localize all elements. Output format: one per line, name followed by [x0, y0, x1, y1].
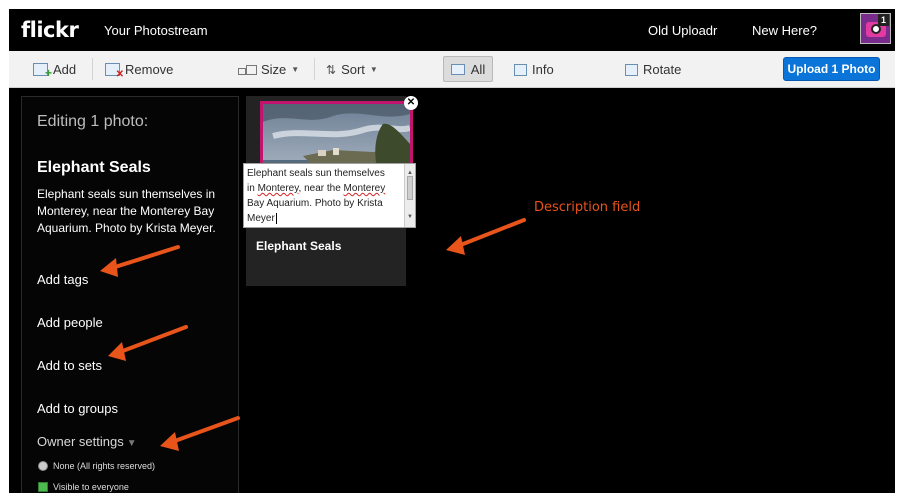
user-avatar[interactable]: 1 — [860, 13, 891, 44]
license-option[interactable]: None (All rights reserved) — [38, 461, 155, 471]
uploader-toolbar: Add Remove Size ▼ ⇅ Sort ▼ All Info Rota… — [9, 51, 895, 88]
your-photostream-link[interactable]: Your Photostream — [104, 23, 208, 38]
checkbox-icon — [38, 482, 48, 492]
annotation-label: Description field — [534, 200, 641, 215]
close-icon[interactable]: ✕ — [404, 96, 418, 110]
remove-button[interactable]: Remove — [105, 62, 174, 80]
radio-icon — [38, 461, 48, 471]
sort-dropdown[interactable]: ⇅ Sort ▼ — [326, 62, 378, 77]
info-button[interactable]: Info — [514, 62, 554, 77]
visibility-label: Visible to everyone — [53, 482, 129, 492]
remove-photo-icon — [105, 63, 124, 80]
upload-photo-button[interactable]: Upload 1 Photo — [783, 57, 880, 81]
info-icon — [514, 63, 527, 76]
photo-title[interactable]: Elephant Seals — [37, 159, 151, 177]
info-label: Info — [532, 62, 554, 77]
photo-description[interactable]: Elephant seals sun themselves in Montere… — [37, 186, 237, 237]
editor-main-area: Editing 1 photo: Elephant Seals Elephant… — [9, 88, 895, 493]
select-all-icon — [450, 63, 465, 75]
add-to-groups-link[interactable]: Add to groups — [37, 401, 118, 416]
chevron-down-icon: ▼ — [291, 65, 300, 74]
size-dropdown[interactable]: Size ▼ — [238, 62, 299, 77]
rotate-label: Rotate — [643, 62, 682, 77]
visibility-option[interactable]: Visible to everyone — [38, 482, 129, 492]
description-line: Meyer — [247, 213, 277, 224]
toolbar-divider — [92, 58, 93, 80]
description-line: in Monterey, near the Monterey — [247, 183, 386, 194]
select-all-button[interactable]: All — [443, 56, 493, 82]
new-here-link[interactable]: New Here? — [752, 23, 817, 38]
add-people-link[interactable]: Add people — [37, 315, 103, 330]
rotate-button[interactable]: Rotate — [625, 62, 681, 77]
add-to-sets-link[interactable]: Add to sets — [37, 358, 102, 373]
all-label: All — [470, 61, 486, 77]
chevron-down-icon: ▼ — [369, 65, 378, 74]
add-tags-link[interactable]: Add tags — [37, 272, 88, 287]
old-uploadr-link[interactable]: Old Uploadr — [648, 23, 717, 38]
chevron-down-icon: ▼ — [126, 438, 137, 449]
add-photo-icon — [33, 63, 52, 80]
top-nav-bar: flickr Your Photostream Old Uploadr New … — [9, 9, 895, 51]
description-line: Bay Aquarium. Photo by Krista — [247, 198, 383, 209]
owner-settings-label: Owner settings — [37, 434, 124, 449]
description-scrollbar[interactable]: ▲ ▼ — [404, 164, 415, 227]
scroll-down-icon[interactable]: ▼ — [407, 210, 413, 225]
card-photo-title[interactable]: Elephant Seals — [256, 239, 341, 253]
add-button[interactable]: Add — [33, 62, 77, 80]
description-line: Elephant seals sun themselves — [247, 168, 385, 179]
add-label: Add — [53, 62, 77, 77]
flickr-logo[interactable]: flickr — [21, 18, 79, 42]
size-icon — [238, 64, 257, 75]
description-field[interactable]: Elephant seals sun themselves in Montere… — [243, 163, 416, 228]
notification-badge: 1 — [878, 14, 889, 26]
remove-label: Remove — [125, 62, 174, 77]
rotate-icon — [625, 63, 638, 76]
editing-heading: Editing 1 photo: — [37, 113, 149, 130]
sort-icon: ⇅ — [326, 62, 337, 77]
batch-edit-sidebar: Editing 1 photo: Elephant Seals Elephant… — [21, 96, 239, 493]
owner-settings-toggle[interactable]: Owner settings ▼ — [37, 434, 137, 449]
scroll-thumb[interactable] — [407, 176, 413, 200]
toolbar-divider — [314, 58, 315, 80]
license-label: None (All rights reserved) — [53, 461, 156, 471]
sort-label: Sort — [341, 62, 365, 77]
size-label: Size — [261, 62, 287, 77]
